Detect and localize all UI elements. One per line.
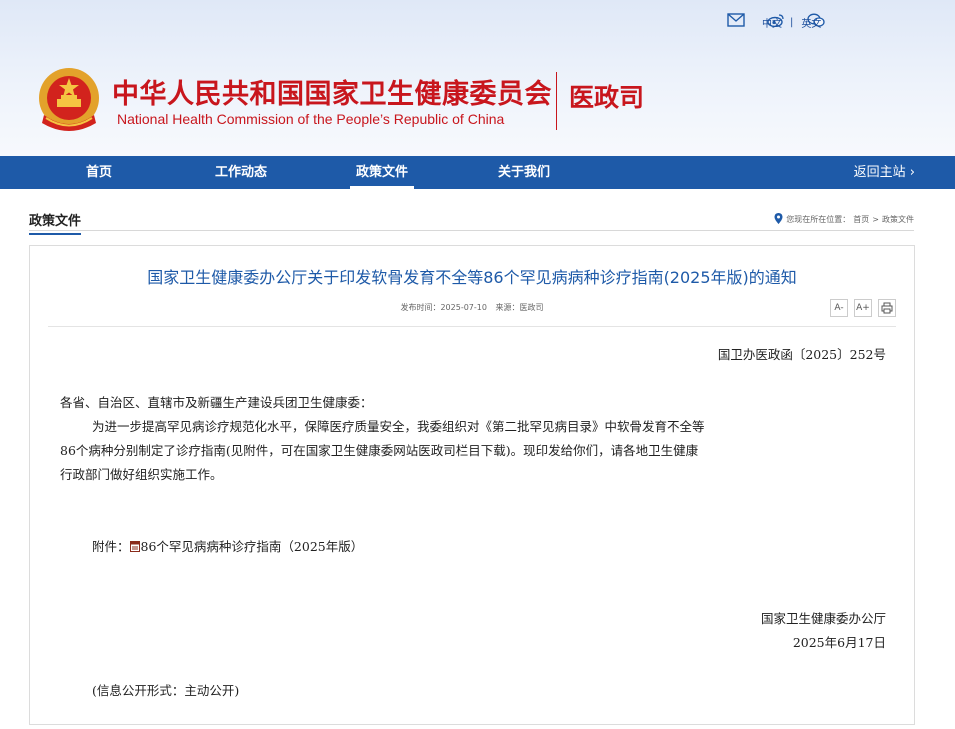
body-paragraph-line2: 86个病种分别制定了诊疗指南(见附件，可在国家卫生健康委网站医政司栏目下载)。现…: [60, 443, 699, 458]
attachment-row: 附件： 86个罕见病病种诊疗指南（2025年版）: [92, 536, 363, 555]
breadcrumb-separator: >: [872, 215, 879, 224]
salutation: 各省、自治区、直辖市及新疆生产建设兵团卫生健康委：: [60, 395, 373, 410]
section-title: 政策文件: [29, 210, 82, 235]
breadcrumb-home[interactable]: 首页: [853, 214, 869, 225]
breadcrumb: 您现在所在位置： 首页 > 政策文件: [774, 213, 914, 226]
site-title-cn[interactable]: 中华人民共和国国家卫生健康委员会: [112, 72, 552, 111]
department-name[interactable]: 医政司: [569, 78, 644, 114]
document-number: 国卫办医政函〔2025〕252号: [717, 347, 886, 362]
article-meta: 发布时间：2025-07-10 来源：医政司: [30, 302, 914, 313]
article-tools: A- A+: [830, 299, 896, 317]
article-divider: [48, 326, 896, 327]
sign-date: 2025年6月17日: [792, 635, 886, 650]
language-switch: 中文 | 英文: [762, 15, 821, 30]
print-icon: [881, 302, 893, 314]
lang-en-link[interactable]: 英文: [801, 15, 821, 30]
signer: 国家卫生健康委办公厅: [760, 611, 886, 626]
article-title: 国家卫生健康委办公厅关于印发软骨发育不全等86个罕见病病种诊疗指南(2025年版…: [147, 268, 797, 287]
attachment-label: 附件：: [92, 539, 130, 554]
lang-cn-link[interactable]: 中文: [762, 15, 782, 30]
font-decrease-button[interactable]: A-: [830, 299, 848, 317]
site-header: 中文 | 英文 中华人民共和国国家卫生健康委员会 National Health…: [0, 0, 955, 156]
section-divider: [29, 230, 914, 231]
header-divider: [556, 72, 557, 130]
lang-separator: |: [790, 17, 794, 28]
disclosure-note: (信息公开形式：主动公开): [92, 683, 240, 698]
site-title-en: National Health Commission of the People…: [117, 111, 505, 127]
nav-item-about-us[interactable]: 关于我们: [490, 156, 558, 189]
attachment-link[interactable]: 86个罕见病病种诊疗指南（2025年版）: [141, 539, 364, 554]
breadcrumb-location-label: 您现在所在位置：: [786, 215, 851, 224]
breadcrumb-current[interactable]: 政策文件: [882, 214, 914, 225]
nav-item-home[interactable]: 首页: [71, 156, 127, 189]
source-value: 医政司: [519, 303, 544, 312]
print-button[interactable]: [878, 299, 896, 317]
publish-label: 发布时间：: [400, 303, 441, 312]
publish-date: 2025-07-10: [440, 303, 487, 312]
document-icon: [129, 540, 140, 552]
source-label: 来源：: [495, 303, 520, 312]
font-increase-button[interactable]: A+: [854, 299, 872, 317]
body-paragraph-line3: 行政部门做好组织实施工作。: [60, 467, 223, 482]
main-nav: 首页 工作动态 政策文件 关于我们 返回主站 ›: [0, 156, 955, 189]
nav-item-policy-docs[interactable]: 政策文件: [350, 156, 414, 189]
article-container: 国家卫生健康委办公厅关于印发软骨发育不全等86个罕见病病种诊疗指南(2025年版…: [29, 245, 915, 725]
back-to-main-site-link[interactable]: 返回主站 ›: [854, 156, 915, 189]
mail-icon[interactable]: [727, 12, 745, 27]
location-pin-icon: [774, 213, 783, 226]
nav-item-work-news[interactable]: 工作动态: [205, 156, 277, 189]
body-paragraph-line1: 为进一步提高罕见病诊疗规范化水平，保障医疗质量安全，我委组织对《第二批罕见病目录…: [92, 419, 705, 434]
national-emblem-icon[interactable]: [34, 63, 104, 137]
